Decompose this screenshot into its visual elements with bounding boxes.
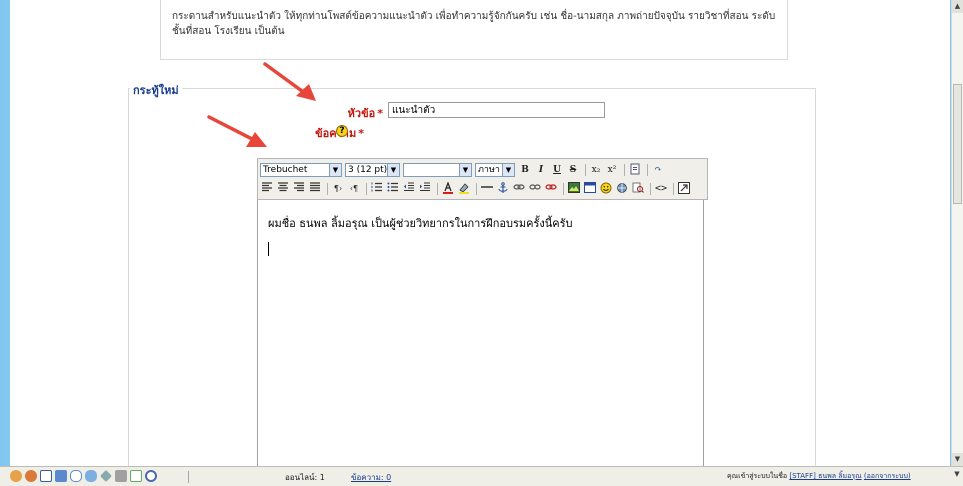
italic-icon[interactable]: I bbox=[534, 163, 548, 177]
scroll-thumb[interactable] bbox=[953, 84, 962, 204]
ltr-icon[interactable]: ¶› bbox=[331, 182, 345, 196]
font-size-select[interactable]: 3 (12 pt) ▼ bbox=[345, 163, 400, 177]
html-source-icon[interactable]: <> bbox=[654, 182, 668, 196]
unordered-list-icon[interactable] bbox=[386, 182, 400, 196]
chevron-down-icon: ▼ bbox=[502, 164, 514, 176]
status-divider bbox=[188, 471, 189, 483]
font-family-select[interactable]: Trebuchet ▼ bbox=[260, 163, 342, 177]
editor-toolbar: Trebuchet ▼ 3 (12 pt) ▼ ▼ ภาษา ▼ B I U S x₂… bbox=[257, 158, 708, 200]
toolbar-separator bbox=[366, 183, 367, 195]
page-scrollbar[interactable]: ▲ ▼ bbox=[951, 0, 963, 466]
heading-select[interactable]: ▼ bbox=[403, 163, 472, 177]
language-select[interactable]: ภาษา ▼ bbox=[475, 163, 515, 177]
underline-icon[interactable]: U bbox=[550, 163, 564, 177]
messages-icon[interactable] bbox=[85, 470, 97, 482]
horizontal-rule-icon[interactable] bbox=[480, 182, 494, 196]
ordered-list-icon[interactable] bbox=[370, 182, 384, 196]
toolbar-separator bbox=[563, 183, 564, 195]
users-icon[interactable] bbox=[25, 470, 37, 482]
justify-full-icon[interactable] bbox=[308, 182, 322, 196]
new-post-legend: กระทู้ใหม่ bbox=[130, 81, 182, 99]
toolbar-separator bbox=[585, 164, 586, 176]
subject-input[interactable] bbox=[388, 102, 605, 118]
online-count: ออนไลน์: 1 bbox=[285, 473, 325, 482]
forum-intro-text: กระดานสำหรับแนะนำตัว ให้ทุกท่านโพสต์ข้อค… bbox=[172, 9, 782, 39]
table-icon[interactable] bbox=[583, 182, 597, 196]
chevron-down-icon: ▼ bbox=[387, 164, 399, 176]
logout-link[interactable]: (ออกจากระบบ) bbox=[864, 472, 911, 480]
login-prefix: คุณเข้าสู่ระบบในชื่อ bbox=[727, 472, 788, 480]
chevron-down-icon: ▼ bbox=[329, 164, 341, 176]
nolink-icon[interactable] bbox=[544, 182, 558, 196]
toolbar-separator bbox=[647, 164, 648, 176]
rtl-icon[interactable]: ‹¶ bbox=[347, 182, 361, 196]
language-value: ภาษา bbox=[478, 165, 500, 175]
required-star: * bbox=[358, 127, 364, 140]
search-icon[interactable] bbox=[145, 470, 157, 482]
user-icon[interactable] bbox=[10, 470, 22, 482]
subscript-icon[interactable]: x₂ bbox=[589, 163, 603, 177]
editor-content[interactable]: ผมชื่อ ธนพล ลิ้มอรุณ เป็นผู้ช่วยวิทยากรใ… bbox=[268, 214, 573, 232]
forum-intro-box: กระดานสำหรับแนะนำตัว ให้ทุกท่านโพสต์ข้อค… bbox=[160, 0, 788, 60]
status-bar: ออนไลน์: 1 ข้อความ: 0 คุณเข้าสู่ระบบในชื… bbox=[0, 466, 963, 486]
subject-label: หัวข้อ * bbox=[283, 104, 383, 122]
image-icon[interactable] bbox=[567, 182, 581, 196]
font-size-value: 3 (12 pt) bbox=[348, 165, 388, 175]
chevron-down-icon: ▼ bbox=[459, 164, 471, 176]
strikethrough-icon[interactable]: S bbox=[566, 163, 580, 177]
font-family-value: Trebuchet bbox=[263, 165, 308, 175]
superscript-icon[interactable]: x² bbox=[605, 163, 619, 177]
scroll-up-icon[interactable]: ▲ bbox=[952, 0, 963, 13]
toolbar-separator bbox=[476, 183, 477, 195]
mail-icon[interactable] bbox=[40, 470, 52, 482]
outdent-icon[interactable] bbox=[402, 182, 416, 196]
toolbar-separator bbox=[650, 183, 651, 195]
anchor-icon[interactable] bbox=[496, 182, 510, 196]
required-star: * bbox=[377, 107, 383, 120]
link-icon[interactable] bbox=[512, 182, 526, 196]
justify-center-icon[interactable] bbox=[276, 182, 290, 196]
toolbar-separator bbox=[624, 164, 625, 176]
redo-icon[interactable]: ↷ bbox=[651, 163, 665, 177]
bg-color-icon[interactable] bbox=[457, 182, 471, 196]
pin-icon[interactable] bbox=[100, 470, 112, 482]
intro-line-1: กระดานสำหรับแนะนำตัว ให้ทุกท่านโพสต์ข้อค… bbox=[172, 11, 776, 22]
intro-line-2: ชั้นที่สอน โรงเรียน เป็นต้น bbox=[172, 26, 285, 37]
toolbar-separator bbox=[327, 183, 328, 195]
message-editor[interactable]: ผมชื่อ ธนพล ลิ้มอรุณ เป็นผู้ช่วยวิทยากรใ… bbox=[257, 200, 704, 470]
search-replace-icon[interactable] bbox=[631, 182, 645, 196]
status-bar-icons bbox=[10, 470, 160, 482]
chat-icon[interactable] bbox=[70, 470, 82, 482]
fullscreen-icon[interactable] bbox=[677, 182, 691, 196]
justify-left-icon[interactable] bbox=[260, 182, 274, 196]
scroll-down-icon[interactable]: ▼ bbox=[952, 453, 963, 466]
toolbar-separator bbox=[437, 183, 438, 195]
special-char-icon[interactable] bbox=[615, 182, 629, 196]
messages-link[interactable]: ข้อความ: 0 bbox=[351, 471, 391, 484]
paste-word-icon[interactable] bbox=[628, 163, 642, 177]
toolbar-separator bbox=[673, 183, 674, 195]
question-help-icon[interactable]: ? bbox=[336, 125, 348, 137]
subject-label-text: หัวข้อ bbox=[347, 107, 376, 120]
smiley-icon[interactable] bbox=[599, 182, 613, 196]
indent-icon[interactable] bbox=[418, 182, 432, 196]
unlink-icon[interactable] bbox=[528, 182, 542, 196]
calendar-icon[interactable] bbox=[55, 470, 67, 482]
text-caret bbox=[268, 242, 269, 256]
user-profile-link[interactable]: [STAFF] ธนพล ลิ้มอรุณ bbox=[789, 472, 861, 480]
bold-icon[interactable]: B bbox=[518, 163, 532, 177]
scroll-down-icon[interactable]: ▼ bbox=[951, 470, 963, 483]
note-icon[interactable] bbox=[130, 470, 142, 482]
login-info: คุณเข้าสู่ระบบในชื่อ [STAFF] ธนพล ลิ้มอร… bbox=[727, 471, 911, 482]
toolbar-row-1: Trebuchet ▼ 3 (12 pt) ▼ ▼ ภาษา ▼ B I U S x₂… bbox=[260, 161, 667, 179]
message-label: ข้อความ* bbox=[264, 124, 364, 142]
justify-right-icon[interactable] bbox=[292, 182, 306, 196]
toolbar-row-2: ¶› ‹¶ <> bbox=[260, 180, 693, 198]
text-color-icon[interactable] bbox=[441, 181, 455, 196]
print-icon[interactable] bbox=[115, 470, 127, 482]
